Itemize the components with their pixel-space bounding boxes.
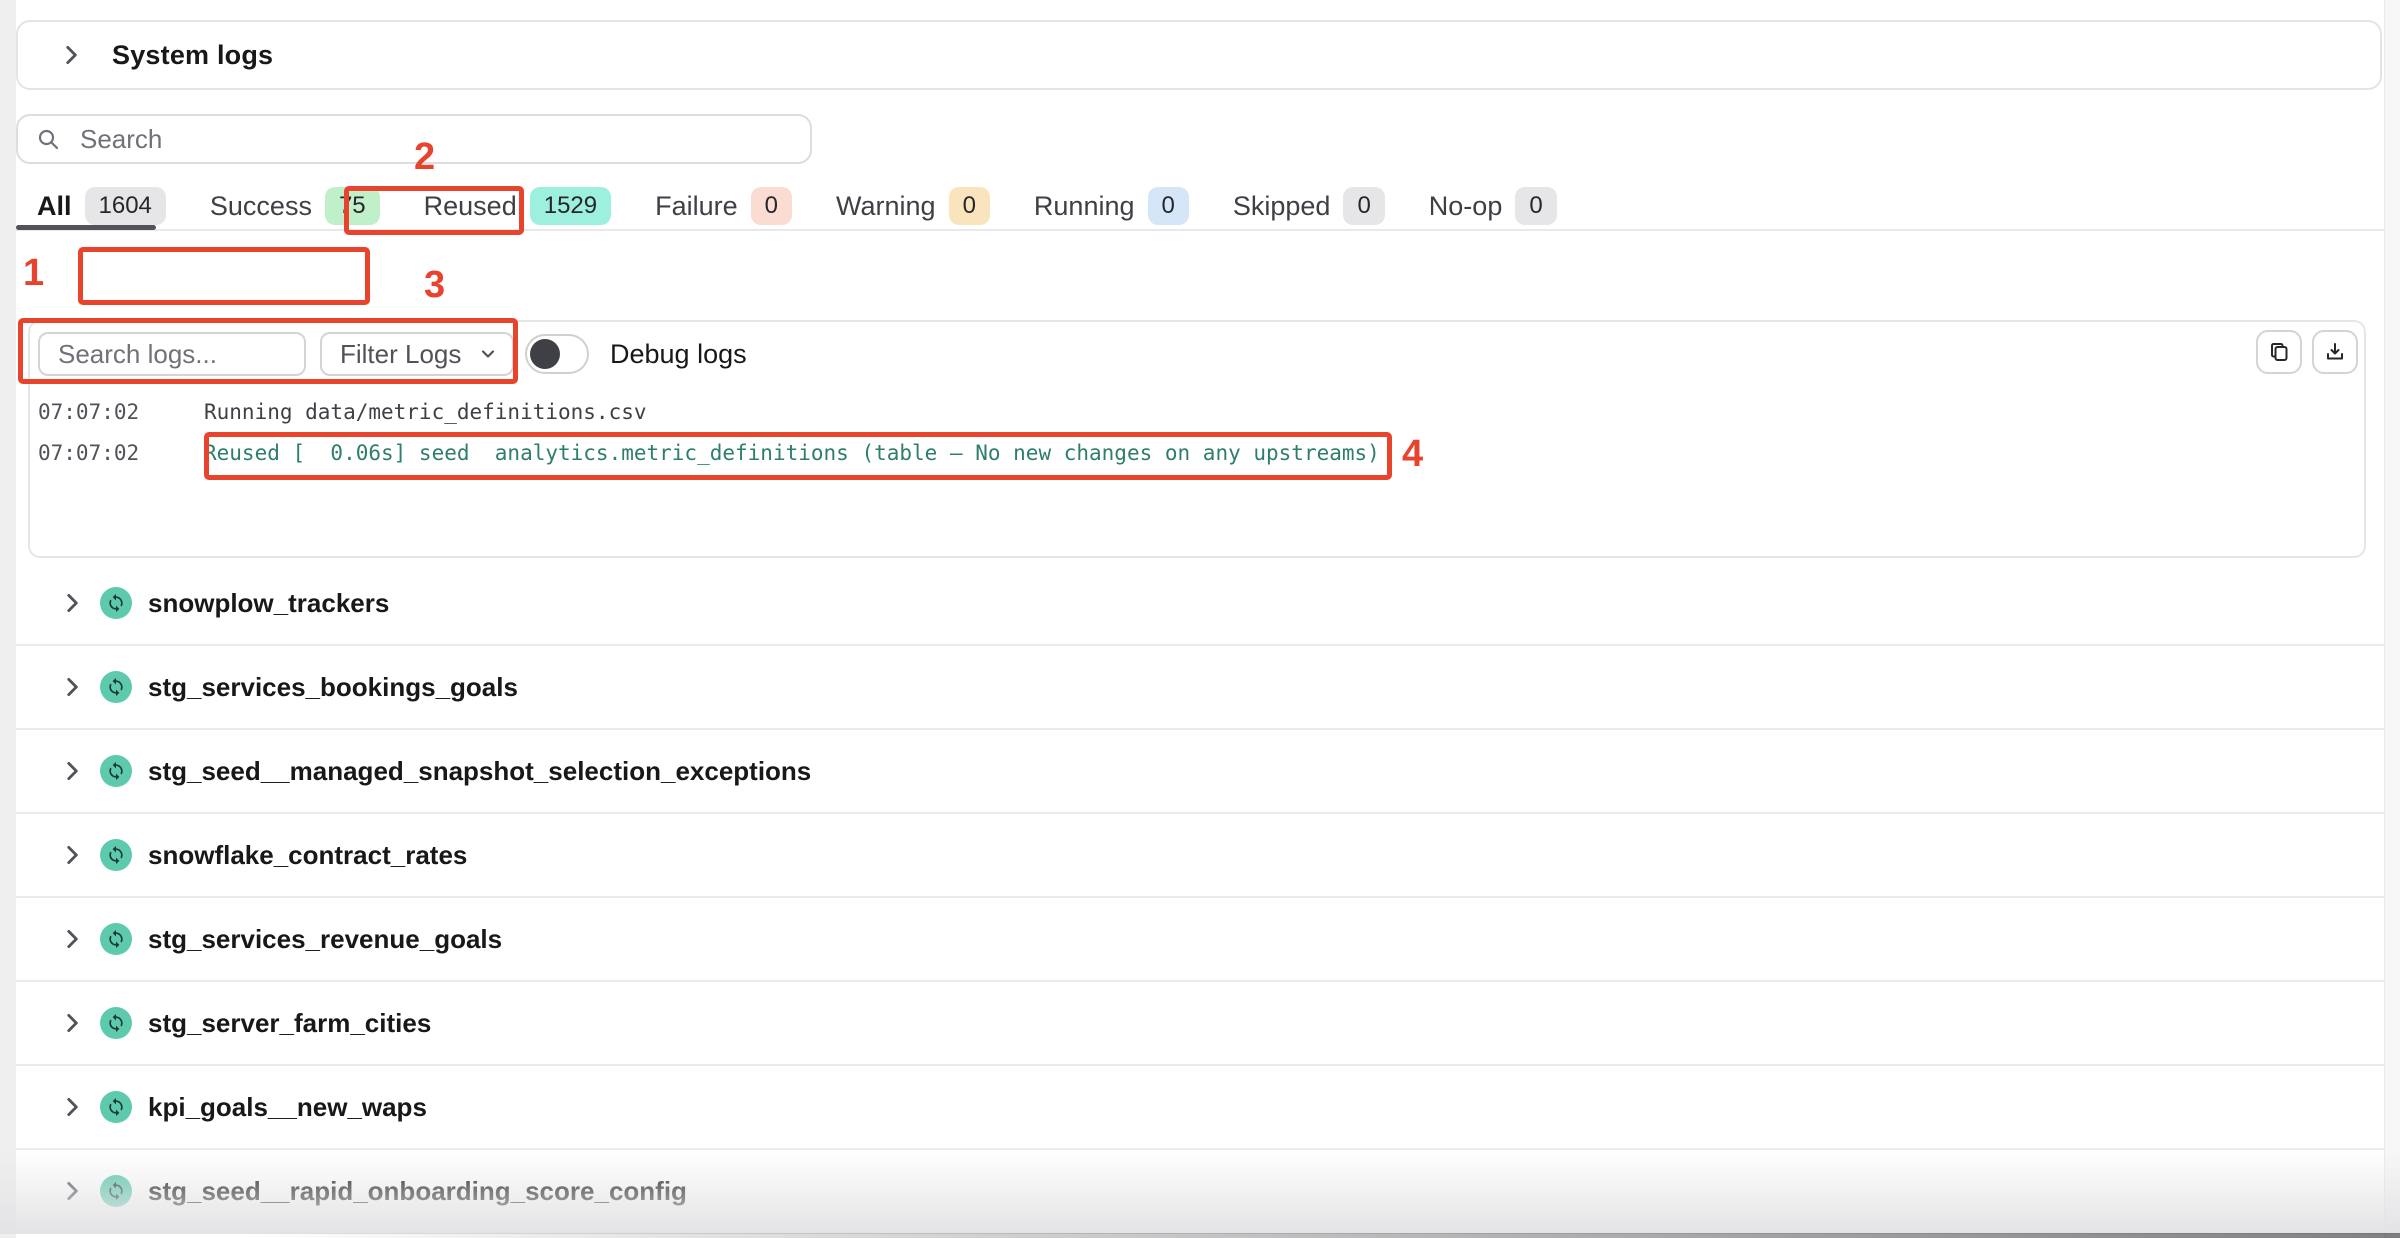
tab-count-badge: 1604 <box>85 187 166 225</box>
tab-failure[interactable]: Failure 0 <box>655 187 792 225</box>
page-right-gutter <box>2384 0 2400 1238</box>
filter-logs-label: Filter Logs <box>340 339 461 370</box>
tab-no-op[interactable]: No-op 0 <box>1429 187 1557 225</box>
node-row-stg_services_revenue_goals[interactable]: stg_services_revenue_goals <box>16 898 2384 982</box>
chevron-right-icon[interactable] <box>59 926 85 952</box>
node-label: stg_services_revenue_goals <box>148 924 502 955</box>
tab-count-badge: 0 <box>1148 187 1189 225</box>
search-placeholder: Search <box>80 124 162 155</box>
log-message: Running data/metric_definitions.csv <box>204 400 647 424</box>
download-logs-button[interactable] <box>2312 330 2358 374</box>
log-timestamp: 07:07:02 <box>38 400 204 424</box>
page-title: System logs <box>112 40 273 71</box>
status-tabs: All1604Success75Reused1529Failure0Warnin… <box>16 182 2384 230</box>
tab-reused[interactable]: Reused 1529 <box>424 187 611 225</box>
chevron-right-icon[interactable] <box>59 1010 85 1036</box>
tab-label: No-op <box>1429 191 1503 222</box>
node-row-snowplow_trackers[interactable]: snowplow_trackers <box>16 562 2384 646</box>
reused-node-icon <box>100 1091 132 1123</box>
debug-logs-toggle[interactable] <box>525 334 589 374</box>
tab-label: Running <box>1034 191 1135 222</box>
chevron-right-icon[interactable] <box>59 758 85 784</box>
tab-label: All <box>37 191 72 222</box>
tab-count-badge: 0 <box>1515 187 1556 225</box>
window-bottom-edge <box>0 1233 2400 1238</box>
tab-label: Skipped <box>1233 191 1331 222</box>
reused-node-icon <box>100 587 132 619</box>
page-left-gutter <box>0 0 16 1238</box>
download-icon <box>2323 340 2347 364</box>
node-label: snowplow_trackers <box>148 588 389 619</box>
tab-label: Success <box>210 191 312 222</box>
node-row-stg_server_farm_cities[interactable]: stg_server_farm_cities <box>16 982 2384 1066</box>
tab-all[interactable]: All 1604 <box>37 187 166 225</box>
node-list: snowplow_trackers stg_services_bookings_g… <box>16 562 2384 1234</box>
node-row-stg_seed__rapid_onboarding_score_config[interactable]: stg_seed__rapid_onboarding_score_config <box>16 1150 2384 1234</box>
node-row-kpi_goals__new_waps[interactable]: kpi_goals__new_waps <box>16 1066 2384 1150</box>
tabs-divider <box>16 229 2384 231</box>
reused-node-icon <box>100 839 132 871</box>
tab-label: Reused <box>424 191 517 222</box>
tab-count-badge: 1529 <box>530 187 611 225</box>
toggle-knob <box>530 339 560 369</box>
node-row-stg_seed__managed_snapshot_selection_exceptions[interactable]: stg_seed__managed_snapshot_selection_exc… <box>16 730 2384 814</box>
log-line: 07:07:02Running data/metric_definitions.… <box>38 400 647 424</box>
tab-running[interactable]: Running 0 <box>1034 187 1189 225</box>
tab-label: Warning <box>836 191 936 222</box>
log-timestamp: 07:07:02 <box>38 441 204 465</box>
node-label: stg_services_bookings_goals <box>148 672 518 703</box>
tab-count-badge: 0 <box>751 187 792 225</box>
tab-count-badge: 75 <box>325 187 380 225</box>
tab-warning[interactable]: Warning 0 <box>836 187 990 225</box>
reused-node-icon <box>100 755 132 787</box>
system-logs-header[interactable]: System logs <box>16 20 2382 90</box>
tab-skipped[interactable]: Skipped 0 <box>1233 187 1385 225</box>
copy-logs-button[interactable] <box>2256 330 2302 374</box>
copy-icon <box>2267 340 2291 364</box>
debug-logs-label: Debug logs <box>610 332 747 376</box>
reused-node-icon <box>100 671 132 703</box>
log-line: 07:07:02Reused [ 0.06s] seed analytics.m… <box>38 441 1380 465</box>
log-message: Reused [ 0.06s] seed analytics.metric_de… <box>204 441 1380 465</box>
chevron-right-icon[interactable] <box>59 590 85 616</box>
tab-label: Failure <box>655 191 738 222</box>
chevron-right-icon[interactable] <box>59 674 85 700</box>
search-icon <box>36 127 60 151</box>
node-label: stg_seed__managed_snapshot_selection_exc… <box>148 756 811 787</box>
node-row-snowflake_contract_rates[interactable]: snowflake_contract_rates <box>16 814 2384 898</box>
node-row-stg_services_bookings_goals[interactable]: stg_services_bookings_goals <box>16 646 2384 730</box>
tab-success[interactable]: Success 75 <box>210 187 380 225</box>
node-label: stg_server_farm_cities <box>148 1008 431 1039</box>
chevron-right-icon[interactable] <box>59 1178 85 1204</box>
chevron-right-icon[interactable] <box>59 1094 85 1120</box>
tab-count-badge: 0 <box>1343 187 1384 225</box>
chevron-down-icon <box>478 344 498 364</box>
tab-count-badge: 0 <box>949 187 990 225</box>
reused-node-icon <box>100 1175 132 1207</box>
search-logs-input[interactable]: Search logs... <box>38 332 306 376</box>
chevron-right-icon[interactable] <box>59 842 85 868</box>
reused-node-icon <box>100 1007 132 1039</box>
node-label: snowflake_contract_rates <box>148 840 467 871</box>
node-label: stg_seed__rapid_onboarding_score_config <box>148 1176 687 1207</box>
chevron-right-icon <box>58 42 84 68</box>
node-label: kpi_goals__new_waps <box>148 1092 427 1123</box>
active-tab-underline <box>16 225 156 230</box>
log-panel: Search logs... Filter Logs Debug logs 07… <box>28 320 2366 558</box>
search-input[interactable]: Search <box>16 114 812 164</box>
reused-node-icon <box>100 923 132 955</box>
filter-logs-dropdown[interactable]: Filter Logs <box>320 332 514 376</box>
expanded-node-row[interactable]: metric_definitions <box>16 232 2384 320</box>
